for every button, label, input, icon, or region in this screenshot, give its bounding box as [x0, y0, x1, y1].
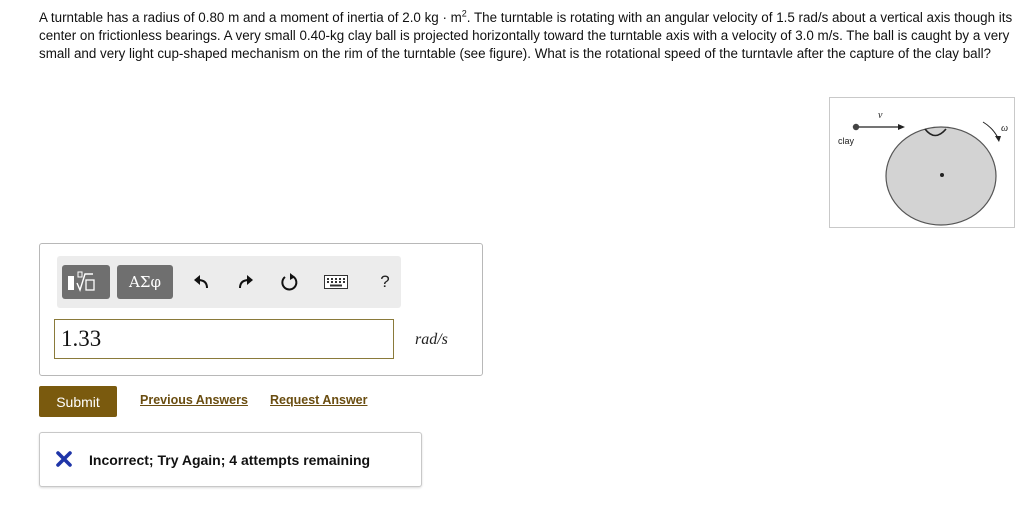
answer-panel: ΑΣφ ? 1.33 rad/s — [39, 243, 483, 376]
answer-input[interactable]: 1.33 — [54, 319, 394, 359]
velocity-arrowhead — [898, 124, 905, 130]
undo-icon — [194, 275, 208, 289]
redo-button[interactable] — [233, 270, 257, 294]
keyboard-button[interactable] — [323, 270, 349, 294]
clay-label: clay — [838, 136, 855, 146]
undo-button[interactable] — [190, 270, 214, 294]
problem-statement: A turntable has a radius of 0.80 m and a… — [39, 9, 1014, 64]
submit-button[interactable]: Submit — [39, 386, 117, 417]
feedback-message: Incorrect; Try Again; 4 attempts remaini… — [89, 452, 371, 468]
turntable-figure: v⃗ clay ω⃗ — [829, 97, 1015, 228]
math-template-button[interactable] — [62, 265, 110, 299]
redo-icon — [239, 275, 253, 289]
clay-ball — [852, 123, 860, 131]
problem-text-part1: A turntable has a radius of 0.80 m and a… — [39, 10, 462, 25]
rotation-arrowhead — [995, 136, 1001, 142]
feedback-panel: Incorrect; Try Again; 4 attempts remaini… — [39, 432, 422, 487]
help-button[interactable]: ? — [375, 270, 395, 294]
reset-button[interactable] — [277, 270, 301, 294]
greek-symbols-button[interactable]: ΑΣφ — [117, 265, 173, 299]
math-toolbar: ΑΣφ ? — [57, 256, 401, 308]
reset-icon — [281, 273, 298, 291]
x-icon — [56, 451, 72, 467]
math-template-icon — [68, 271, 95, 293]
previous-answers-link[interactable]: Previous Answers — [140, 393, 248, 407]
turntable-axis-dot — [940, 173, 944, 177]
answer-unit: rad/s — [415, 331, 448, 348]
velocity-label: v⃗ — [878, 110, 890, 121]
rotation-arrow — [982, 121, 999, 139]
keyboard-icon — [324, 275, 348, 289]
request-answer-link[interactable]: Request Answer — [270, 393, 367, 407]
omega-label: ω⃗ — [1001, 123, 1014, 134]
